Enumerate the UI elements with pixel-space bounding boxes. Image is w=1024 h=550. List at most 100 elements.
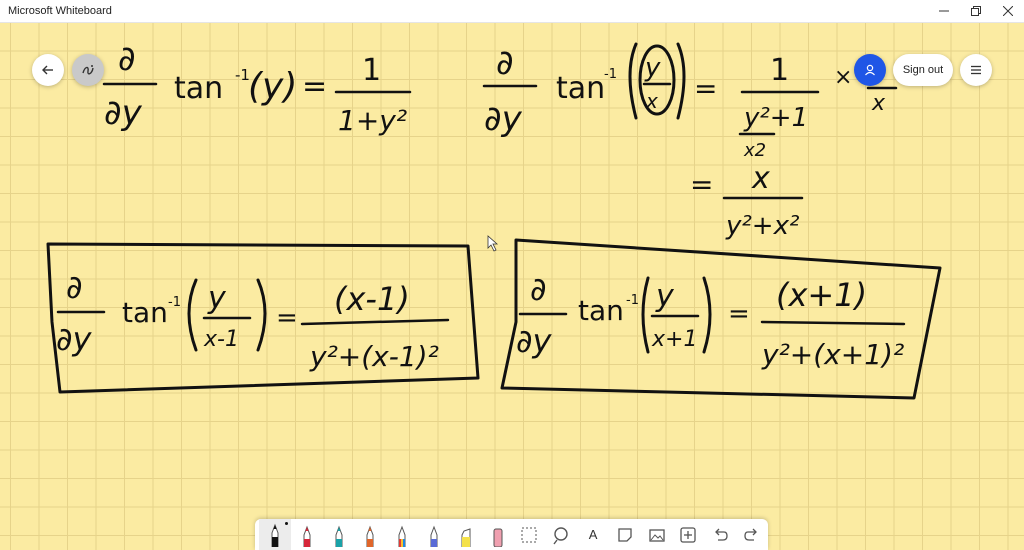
account-avatar-button[interactable]: [854, 54, 886, 86]
box1-denominator: y²+(x-1)²: [309, 340, 439, 373]
box2-left-paren: [641, 276, 650, 354]
eraser-icon: [493, 528, 503, 547]
minimize-button[interactable]: [928, 0, 960, 22]
eq2-right-paren: [676, 42, 686, 120]
box1-tan: tan: [122, 296, 168, 329]
inking-toolbar: A: [255, 519, 768, 550]
back-button[interactable]: [32, 54, 64, 86]
box1-left-paren: [187, 278, 198, 352]
box1-right-paren: [256, 278, 267, 352]
window-controls: [928, 0, 1024, 22]
eq1-denominator: 1+y²: [338, 104, 407, 137]
rainbow-pen-tool[interactable]: [386, 519, 418, 550]
hamburger-menu-icon: [971, 65, 981, 75]
box2-frame: [500, 238, 942, 400]
highlighter-tool[interactable]: [450, 519, 482, 550]
eq2-numerator: 1: [770, 53, 789, 88]
box1-equals: =: [276, 303, 298, 333]
window-title: Microsoft Whiteboard: [8, 5, 112, 17]
close-button[interactable]: [992, 0, 1024, 22]
orange-pen-tool[interactable]: [354, 519, 386, 550]
box1-arg-num: y: [207, 281, 227, 316]
ink-beautify-icon: [82, 65, 94, 75]
text-icon: A: [588, 527, 598, 542]
menu-button[interactable]: [960, 54, 992, 86]
highlighter-icon: [461, 527, 471, 547]
eq2-arg-den: x: [645, 89, 658, 113]
box2-fraction-bar: [760, 320, 906, 326]
box2-arg-den: x+1: [651, 327, 697, 352]
eq1-partial: ∂: [118, 39, 136, 79]
eq2-partial: ∂: [496, 43, 514, 83]
equation-1: ∂ ∂y tan -1 (y) = 1 1+y²: [102, 39, 412, 137]
eq2-sub-den: x2: [743, 140, 766, 161]
box1-numerator: (x-1): [334, 280, 410, 318]
lasso-select-tool[interactable]: [514, 519, 546, 550]
restore-icon: [971, 6, 981, 16]
box2-dy: ∂y: [516, 322, 553, 360]
lasso-select-icon: [521, 527, 537, 542]
redo-icon: [744, 528, 758, 541]
eq2-inverse: -1: [604, 67, 617, 82]
eq2-x: x: [871, 91, 886, 116]
eq2-denominator: y²+1: [743, 103, 808, 133]
box2-tan: tan: [578, 294, 624, 327]
add-tool[interactable]: [673, 519, 705, 550]
note-tool[interactable]: [609, 519, 641, 550]
teal-pen-tool[interactable]: [323, 519, 355, 550]
eq1-numerator: 1: [362, 53, 381, 88]
box1-fraction-bar: [300, 318, 450, 326]
eq2-arg-num: y: [644, 53, 661, 83]
box1-dy: ∂y: [56, 320, 93, 358]
undo-icon: [715, 528, 728, 541]
person-icon: [865, 64, 875, 76]
eraser-tool[interactable]: [482, 519, 514, 550]
undo-button[interactable]: [704, 519, 736, 550]
orange-pen-icon: [366, 525, 374, 547]
box1-inverse: -1: [168, 295, 181, 310]
boxed-result-2: ∂ ∂y tan -1 y x+1 = (x+1) y²+(x+1)²: [500, 238, 942, 400]
restore-button[interactable]: [960, 0, 992, 22]
image-icon: [649, 528, 665, 542]
ruler-icon: [553, 526, 568, 544]
box2-numerator: (x+1): [776, 276, 867, 314]
ink-beautify-button[interactable]: [72, 54, 104, 86]
ruler-tool[interactable]: [545, 519, 577, 550]
box2-arg-num: y: [655, 279, 675, 314]
boxed-result-1: ∂ ∂y tan -1 y x-1 = (x-1) y²+(x-1)²: [46, 242, 480, 394]
black-pen-tool[interactable]: [259, 519, 291, 550]
sign-out-button[interactable]: Sign out: [893, 54, 953, 86]
eq2b-numerator: x: [751, 161, 770, 196]
title-bar: Microsoft Whiteboard: [0, 0, 1024, 23]
box2-denominator: y²+(x+1)²: [761, 338, 904, 371]
note-icon: [618, 527, 632, 542]
box1-arg-den: x-1: [203, 327, 239, 352]
box2-equals: =: [728, 299, 750, 329]
eq1-tan: tan: [174, 71, 223, 106]
box2-right-paren: [702, 276, 712, 354]
eq2b-denominator: y²+x²: [725, 211, 799, 241]
text-tool[interactable]: A: [577, 519, 609, 550]
red-pen-tool[interactable]: [291, 519, 323, 550]
eq2b-equals: =: [690, 168, 713, 201]
black-pen-icon: [271, 523, 279, 547]
equation-2: ∂ ∂y tan -1 y x = 1 y²+1 x2 × x: [482, 42, 898, 161]
eq1-arg: (y): [248, 66, 297, 107]
add-icon: [680, 526, 697, 543]
teal-pen-icon: [335, 525, 343, 547]
redo-button[interactable]: [736, 519, 768, 550]
galaxy-pen-tool[interactable]: [418, 519, 450, 550]
image-tool[interactable]: [641, 519, 673, 550]
equation-2b: = x y²+x²: [690, 161, 804, 241]
mouse-cursor-icon: [487, 235, 499, 252]
box2-inverse: -1: [626, 293, 639, 308]
close-icon: [1003, 6, 1013, 16]
galaxy-pen-icon: [430, 525, 438, 547]
eq2-tan: tan: [556, 71, 605, 106]
eq2-dy: ∂y: [484, 99, 523, 139]
eq1-equals: =: [302, 69, 327, 104]
box2-partial: ∂: [530, 270, 547, 308]
arrow-left-icon: [42, 65, 53, 75]
whiteboard-canvas[interactable]: ∂ ∂y tan -1 (y) = 1 1+y² ∂ ∂y tan -1 y x…: [0, 22, 1024, 550]
eq2-equals: =: [694, 72, 717, 105]
